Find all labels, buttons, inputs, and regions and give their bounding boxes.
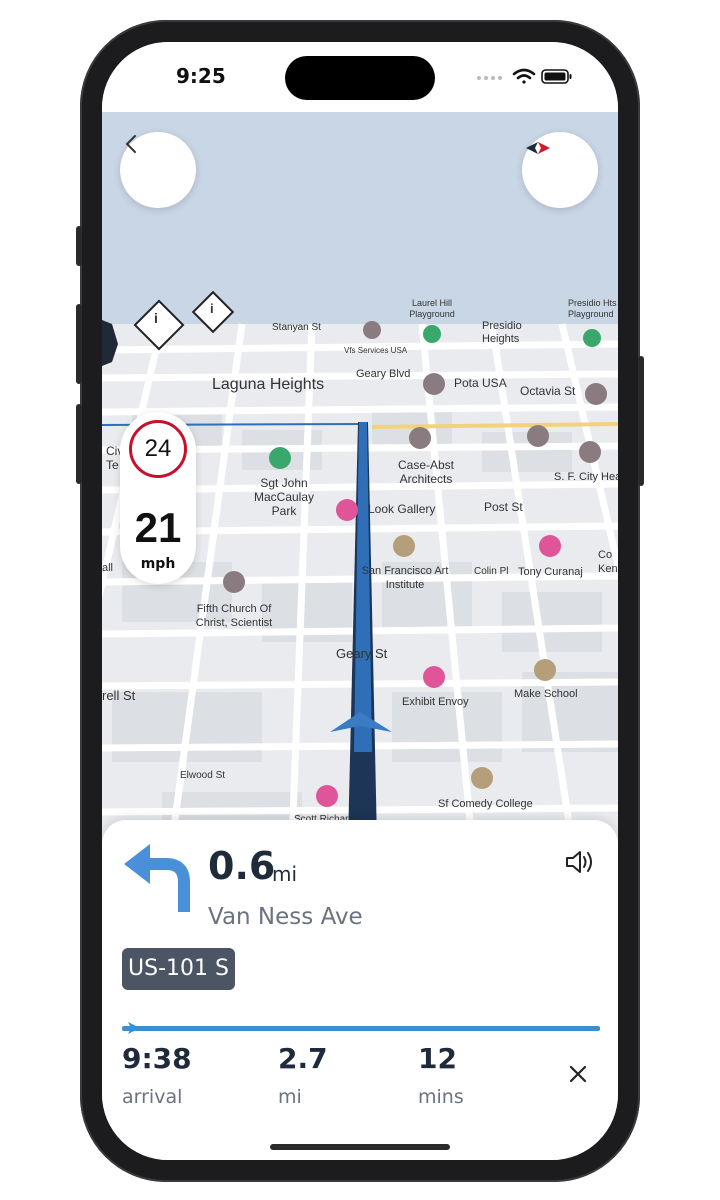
map-label-poi: San Francisco Art Institute: [361, 565, 449, 591]
home-indicator: [270, 1144, 450, 1150]
remaining-distance-label: mi: [278, 1086, 302, 1108]
map-label-edge: Co Ken: [598, 549, 618, 575]
map-label-poi: Look Gallery: [368, 502, 436, 516]
map-label-area: Presidio Heights: [482, 320, 522, 345]
maneuver-distance: 0.6: [208, 844, 276, 888]
road-shield: US-101 S: [122, 948, 235, 990]
map-label-street: rell St: [102, 688, 136, 703]
arrival-label: arrival: [122, 1086, 183, 1108]
status-icons: [477, 68, 572, 84]
map-label-street: Stanyan St: [272, 322, 321, 333]
map-label-edge: all: [102, 562, 114, 574]
compass-icon: [526, 142, 550, 154]
route-progress-bar: [122, 1026, 600, 1031]
map-label-poi: Sf Comedy College: [438, 798, 533, 810]
map-label-street: Elwood St: [180, 770, 226, 781]
phone-action-button: [76, 226, 82, 266]
signal-icon: [477, 76, 502, 80]
speed-widget: 24 21 mph: [120, 412, 196, 584]
map-label-area: Laguna Heights: [212, 376, 325, 393]
arrival-time: 9:38: [122, 1042, 192, 1075]
compass-button[interactable]: [522, 132, 598, 208]
map-label-poi: Make School: [514, 688, 578, 700]
phone-power-button: [638, 356, 644, 486]
back-button[interactable]: [120, 132, 196, 208]
phone-volume-up: [76, 304, 82, 384]
map-view[interactable]: i i Laguna Heights Stanyan St Vfs Servic…: [102, 112, 618, 842]
turn-left-icon: [124, 844, 190, 912]
map-label-poi: Fifth Church Of Christ, Scientist: [195, 603, 273, 629]
map-label-street: Octavia St: [520, 384, 576, 398]
map-label-poi: Presidio Hts Playground: [568, 298, 617, 319]
battery-icon: [541, 69, 572, 84]
map-label-poi: Tony Curanaj: [518, 566, 583, 578]
status-bar: 9:25: [102, 42, 618, 112]
speaker-icon[interactable]: [564, 848, 596, 876]
guidance-panel: 0.6 mi Van Ness Ave US-101 S 9:38 arriva…: [102, 820, 618, 1160]
phone-volume-down: [76, 404, 82, 484]
map-label-poi: S. F. City Health Department: [554, 471, 618, 483]
wifi-icon: [512, 68, 536, 84]
map-label-poi: Exhibit Envoy: [402, 696, 469, 708]
map-label-poi: Sgt John MacCaulay Park: [253, 476, 315, 518]
next-street-name: Van Ness Ave: [208, 904, 363, 930]
speed-limit-sign: 24: [129, 420, 187, 478]
speed-unit: mph: [140, 556, 176, 572]
remaining-distance: 2.7: [278, 1042, 328, 1075]
map-label-street: Colin Pl: [474, 566, 509, 577]
map-label-street: Geary Blvd: [356, 368, 411, 380]
screen: 9:25 i i Laguna Heights Stanyan St Vfs S…: [102, 42, 618, 1160]
dynamic-island: [285, 56, 435, 100]
progress-marker-icon: [128, 1022, 140, 1034]
map-label-street: Post St: [484, 500, 523, 514]
info-marker-label: i: [154, 310, 158, 326]
remaining-time-label: mins: [418, 1086, 464, 1108]
close-icon[interactable]: [566, 1062, 590, 1086]
map-label-poi: Case-Abst Architects: [397, 458, 455, 486]
maneuver-distance-unit: mi: [272, 862, 298, 886]
map-label-street: Geary St: [336, 646, 388, 661]
map-label-poi: Laurel Hill Playground: [409, 298, 455, 319]
map-label-poi: Vfs Services USA: [344, 346, 408, 355]
remaining-time: 12: [418, 1042, 457, 1075]
status-time: 9:25: [176, 64, 226, 88]
chevron-left-icon: [126, 135, 136, 153]
info-marker-label: i: [210, 301, 214, 316]
map-label-poi: Pota USA: [454, 376, 507, 390]
current-speed: 21: [134, 504, 182, 551]
